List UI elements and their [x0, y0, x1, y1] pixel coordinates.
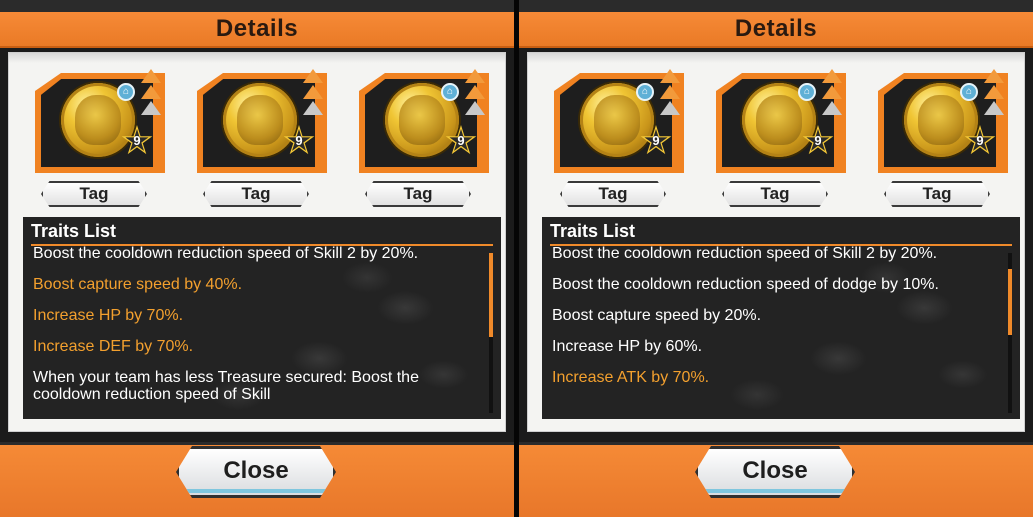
medal-card[interactable]: ⌂ 9 Tag — [35, 69, 165, 211]
lock-badge-icon: ⌂ — [117, 83, 135, 101]
traits-scrollbar[interactable] — [489, 253, 493, 413]
details-header: Details — [0, 12, 514, 48]
tag-button[interactable]: Tag — [560, 181, 666, 207]
traits-list[interactable]: Traits List Boost the cooldown reduction… — [542, 217, 1020, 419]
details-title: Details — [734, 15, 818, 42]
trait-item: Boost capture speed by 40%. — [33, 276, 243, 293]
traits-list[interactable]: Traits List Boost the cooldown reduction… — [23, 217, 501, 419]
details-title: Details — [215, 15, 299, 42]
lock-badge-icon: ⌂ — [441, 83, 459, 101]
rank-up-arrows-icon — [141, 69, 165, 129]
trait-item: Boost the cooldown reduction speed of Sk… — [33, 245, 419, 262]
medal-cards: ⌂ 9 Tag 9 Tag ⌂ 9 Tag — [9, 61, 505, 211]
rank-up-arrows-icon — [984, 69, 1008, 129]
medal-card[interactable]: ⌂ 9 Tag — [716, 69, 846, 211]
details-body: ⌂ 9 Tag 9 Tag ⌂ 9 Tag Traits List Boost … — [8, 52, 506, 432]
star-level: 9 — [133, 133, 141, 148]
star-level: 9 — [652, 133, 660, 148]
tag-button[interactable]: Tag — [41, 181, 147, 207]
trait-item: Increase HP by 70%. — [33, 307, 184, 324]
medal-card[interactable]: ⌂ 9 Tag — [878, 69, 1008, 211]
trait-item: Increase DEF by 70%. — [33, 338, 194, 355]
tag-button[interactable]: Tag — [203, 181, 309, 207]
close-button[interactable]: Close — [176, 446, 336, 498]
medal-card[interactable]: 9 Tag — [197, 69, 327, 211]
star-level: 9 — [976, 133, 984, 148]
star-level: 9 — [295, 133, 303, 148]
trait-item: Increase ATK by 70%. — [552, 369, 710, 386]
tag-button[interactable]: Tag — [722, 181, 828, 207]
traits-list-items: Boost the cooldown reduction speed of Sk… — [552, 245, 992, 417]
traits-scrollbar[interactable] — [1008, 253, 1012, 413]
trait-item: Boost the cooldown reduction speed of Sk… — [552, 245, 938, 262]
star-level: 9 — [814, 133, 822, 148]
rank-up-arrows-icon — [660, 69, 684, 129]
rank-up-arrows-icon — [303, 69, 327, 129]
rank-up-arrows-icon — [465, 69, 489, 129]
medal-card[interactable]: ⌂ 9 Tag — [554, 69, 684, 211]
star-level: 9 — [457, 133, 465, 148]
close-button[interactable]: Close — [695, 446, 855, 498]
medal-cards: ⌂ 9 Tag ⌂ 9 Tag ⌂ 9 Tag — [528, 61, 1024, 211]
medal-card[interactable]: ⌂ 9 Tag — [359, 69, 489, 211]
details-panel-left: Details ⌂ 9 Tag 9 Tag ⌂ 9 Tag Traits Lis… — [0, 0, 514, 517]
traits-list-title: Traits List — [31, 221, 117, 241]
tag-button[interactable]: Tag — [884, 181, 990, 207]
traits-list-title: Traits List — [550, 221, 636, 241]
scrollbar-thumb[interactable] — [489, 253, 493, 337]
trait-item: Boost the cooldown reduction speed of do… — [552, 276, 939, 293]
details-header: Details — [519, 12, 1033, 48]
rank-up-arrows-icon — [822, 69, 846, 129]
traits-list-items: Boost the cooldown reduction speed of Sk… — [33, 245, 473, 417]
trait-item: When your team has less Treasure secured… — [33, 369, 419, 403]
lock-badge-icon: ⌂ — [960, 83, 978, 101]
lock-badge-icon: ⌂ — [798, 83, 816, 101]
trait-item: Boost capture speed by 20%. — [552, 307, 762, 324]
lock-badge-icon: ⌂ — [636, 83, 654, 101]
trait-item: Increase HP by 60%. — [552, 338, 703, 355]
scrollbar-thumb[interactable] — [1008, 269, 1012, 335]
tag-button[interactable]: Tag — [365, 181, 471, 207]
details-body: ⌂ 9 Tag ⌂ 9 Tag ⌂ 9 Tag Traits List Boos… — [527, 52, 1025, 432]
details-panel-right: Details ⌂ 9 Tag ⌂ 9 Tag ⌂ 9 Tag Traits L… — [519, 0, 1033, 517]
